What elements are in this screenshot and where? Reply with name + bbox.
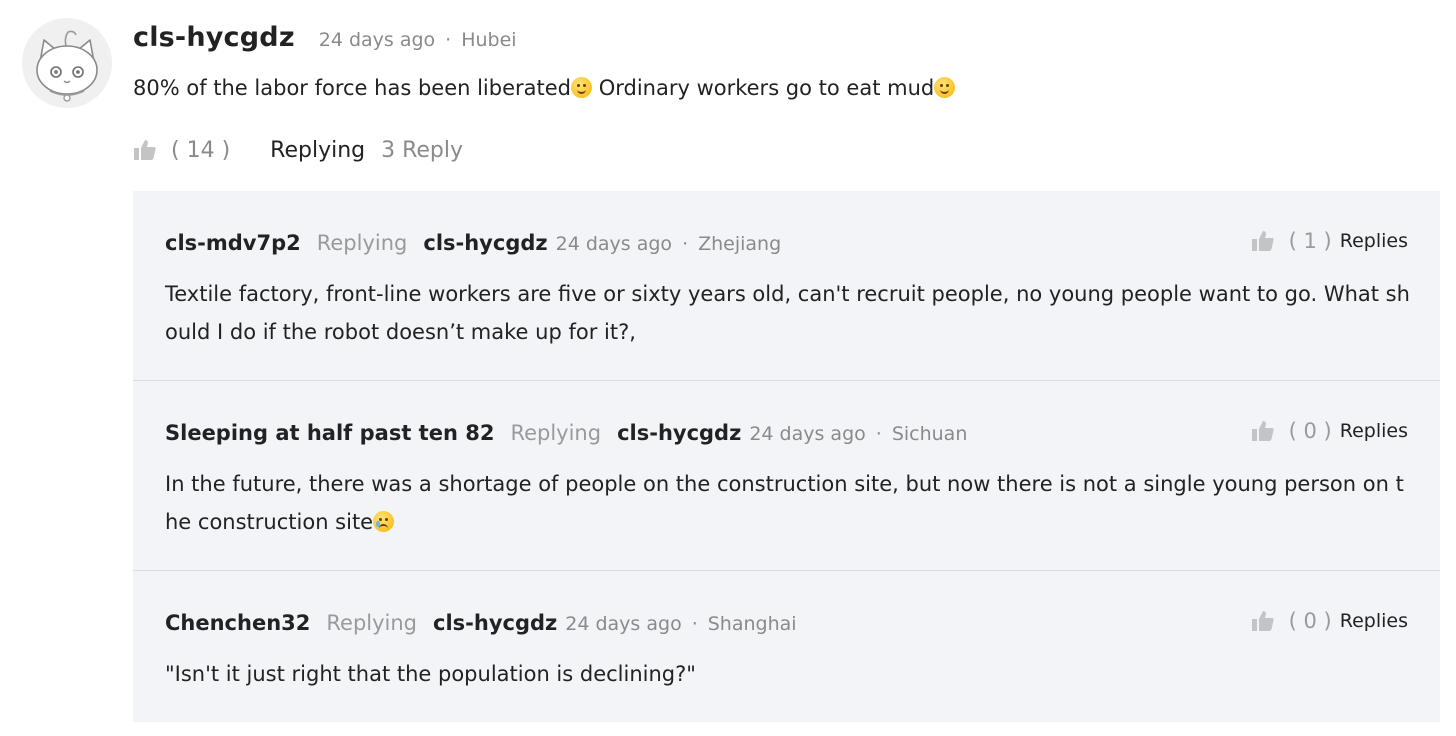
main-location: Hubei [461,29,517,51]
reply-location: Shanghai [707,613,797,635]
reply-username[interactable]: Chenchen32 [165,611,310,635]
reply-item: cls-mdv7p2 Replying cls-hycgdz 24 days a… [133,191,1440,381]
main-comment-header: cls-hycgdz 24 days ago · Hubei [133,22,1433,66]
replies-button[interactable]: Replies [1340,230,1408,252]
reply-like-count: ( 0 ) [1288,609,1332,633]
reply-target-username[interactable]: cls-hycgdz [423,231,547,255]
reply-timestamp: 24 days ago [565,613,682,635]
reply-actions: ( 1 ) Replies [1251,229,1408,253]
main-comment-actions: ( 14 ) Replying 3 Reply [133,132,463,168]
reply-actions: ( 0 ) Replies [1251,419,1408,443]
sad-tear-emoji-icon [373,511,395,532]
reply-text-content: In the future, there was a shortage of p… [165,472,1404,534]
main-separator: · [445,29,452,51]
reply-replying-label: Replying [316,231,408,255]
reply-timestamp: 24 days ago [749,423,866,445]
main-comment: cls-hycgdz 24 days ago · Hubei 80% of th… [133,22,1433,102]
main-comment-text-part2: Ordinary workers go to eat mud [592,76,935,100]
thumbs-up-icon[interactable] [133,138,157,162]
reply-button[interactable]: Replying [270,138,365,163]
reply-target-username[interactable]: cls-hycgdz [433,611,557,635]
slight-smile-emoji-icon [571,77,593,98]
main-timestamp: 24 days ago [318,29,436,51]
reply-separator: · [875,423,882,445]
reply-location: Sichuan [891,423,968,445]
reply-count-link[interactable]: 3 Reply [381,138,463,163]
reply-location: Zhejiang [698,233,782,255]
reply-replying-label: Replying [326,611,418,635]
reply-text: Textile factory, front-line workers are … [165,282,1410,344]
main-comment-text: 80% of the labor force has been liberate… [133,74,1433,102]
reply-header: cls-mdv7p2 Replying cls-hycgdz 24 days a… [165,231,781,255]
reply-timestamp: 24 days ago [555,233,673,255]
reply-item: Sleeping at half past ten 82 Replying cl… [133,381,1440,571]
reply-header: Sleeping at half past ten 82 Replying cl… [165,421,967,445]
reply-text: "Isn't it just right that the population… [165,662,696,686]
reply-item: Chenchen32 Replying cls-hycgdz 24 days a… [133,571,1440,722]
reply-replying-label: Replying [510,421,602,445]
reply-target-username[interactable]: cls-hycgdz [617,421,741,445]
main-like-count: ( 14 ) [171,137,231,163]
reply-like-count: ( 0 ) [1288,419,1332,443]
main-comment-text-part1: 80% of the labor force has been liberate… [133,76,572,100]
replies-button[interactable]: Replies [1340,420,1408,442]
reply-username[interactable]: Sleeping at half past ten 82 [165,421,494,445]
avatar[interactable] [22,18,112,108]
replies-container: cls-mdv7p2 Replying cls-hycgdz 24 days a… [133,191,1440,722]
reply-text: In the future, there was a shortage of p… [165,465,1415,541]
reply-username[interactable]: cls-mdv7p2 [165,231,301,255]
reply-separator: · [691,613,698,635]
thumbs-up-icon[interactable] [1251,609,1275,633]
reply-header: Chenchen32 Replying cls-hycgdz 24 days a… [165,611,797,635]
replies-button[interactable]: Replies [1340,610,1408,632]
reply-separator: · [682,233,689,255]
reply-like-count: ( 1 ) [1288,229,1332,253]
thumbs-up-icon[interactable] [1251,229,1275,253]
cat-avatar-icon [22,18,112,108]
reply-actions: ( 0 ) Replies [1251,609,1408,633]
main-username[interactable]: cls-hycgdz [133,22,295,53]
thumbs-up-icon[interactable] [1251,419,1275,443]
slight-smile-emoji-icon [934,77,956,98]
